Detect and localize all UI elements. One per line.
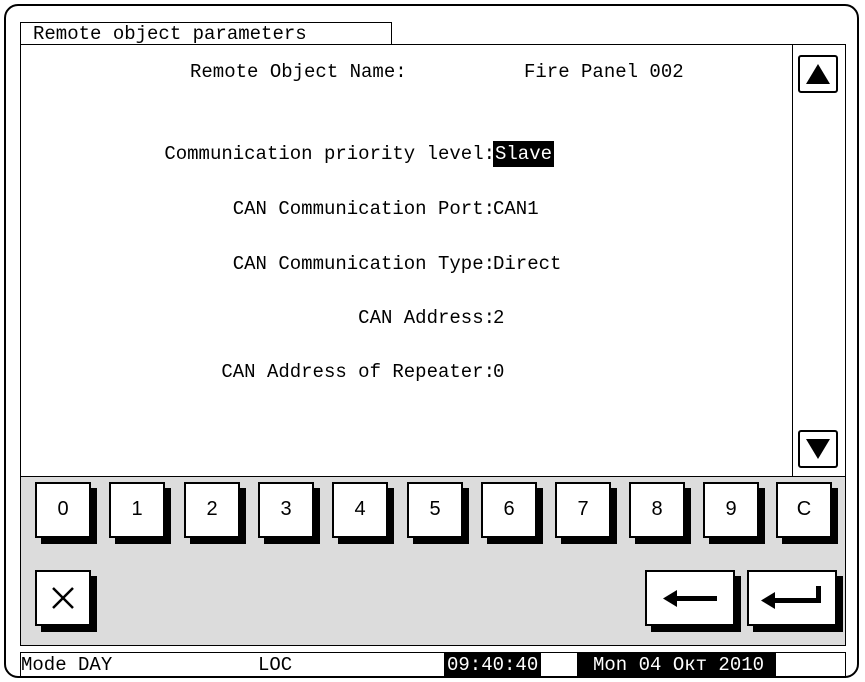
- type-value[interactable]: Direct: [493, 251, 561, 277]
- field-row-priority[interactable]: Communication priority level: Slave: [21, 141, 845, 167]
- key-clear[interactable]: C: [776, 482, 832, 538]
- key-1[interactable]: 1: [109, 482, 165, 538]
- field-label: CAN Communication Type:: [232, 253, 495, 275]
- status-bar: Mode DAY LOC 09:40:40 Mon 04 Окт 2010: [20, 652, 846, 678]
- keypad: 0 1 2 3 4 5 6 7 8 9 C: [20, 477, 846, 646]
- object-name-row: Remote Object Name: Fire Panel 002: [21, 59, 845, 85]
- key-5[interactable]: 5: [407, 482, 463, 538]
- scroll-up-button[interactable]: [798, 55, 838, 93]
- clock-time: 09:40:40: [444, 653, 542, 677]
- field-row-repeater[interactable]: CAN Address of Repeater: 0: [21, 359, 845, 385]
- key-8[interactable]: 8: [629, 482, 685, 538]
- priority-value[interactable]: Slave: [493, 141, 555, 167]
- close-x-icon: [52, 587, 74, 609]
- key-0[interactable]: 0: [35, 482, 91, 538]
- field-label: CAN Address of Repeater:: [221, 361, 495, 383]
- location-indicator: LOC: [258, 654, 293, 676]
- parameters-panel: Remote Object Name: Fire Panel 002 Commu…: [20, 44, 846, 477]
- key-3[interactable]: 3: [258, 482, 314, 538]
- triangle-up-icon: [806, 64, 830, 84]
- mode-indicator: Mode DAY: [21, 654, 113, 676]
- triangle-down-icon: [806, 439, 830, 459]
- backspace-button[interactable]: [645, 570, 735, 626]
- window-title: Remote object parameters: [20, 22, 392, 45]
- key-9[interactable]: 9: [703, 482, 759, 538]
- key-2[interactable]: 2: [184, 482, 240, 538]
- field-label: CAN Address:: [358, 307, 495, 329]
- object-name-value: Fire Panel 002: [524, 61, 684, 83]
- key-7[interactable]: 7: [555, 482, 611, 538]
- clock-date: Mon 04 Окт 2010: [577, 653, 777, 677]
- repeater-value[interactable]: 0: [493, 359, 504, 385]
- scroll-down-button[interactable]: [798, 430, 838, 468]
- object-name-label: Remote Object Name:: [190, 61, 407, 83]
- key-6[interactable]: 6: [481, 482, 537, 538]
- field-label: Communication priority level:: [164, 143, 495, 165]
- field-row-port[interactable]: CAN Communication Port: CAN1: [21, 196, 845, 222]
- key-4[interactable]: 4: [332, 482, 388, 538]
- field-row-address[interactable]: CAN Address: 2: [21, 305, 845, 331]
- port-value[interactable]: CAN1: [493, 196, 539, 222]
- address-value[interactable]: 2: [493, 305, 504, 331]
- enter-return-icon: [761, 586, 821, 609]
- enter-button[interactable]: [747, 570, 837, 626]
- backspace-arrow-icon: [663, 590, 717, 607]
- field-row-type[interactable]: CAN Communication Type: Direct: [21, 251, 845, 277]
- scrollbar[interactable]: [792, 45, 845, 476]
- field-label: CAN Communication Port:: [232, 198, 495, 220]
- cancel-button[interactable]: [35, 570, 91, 626]
